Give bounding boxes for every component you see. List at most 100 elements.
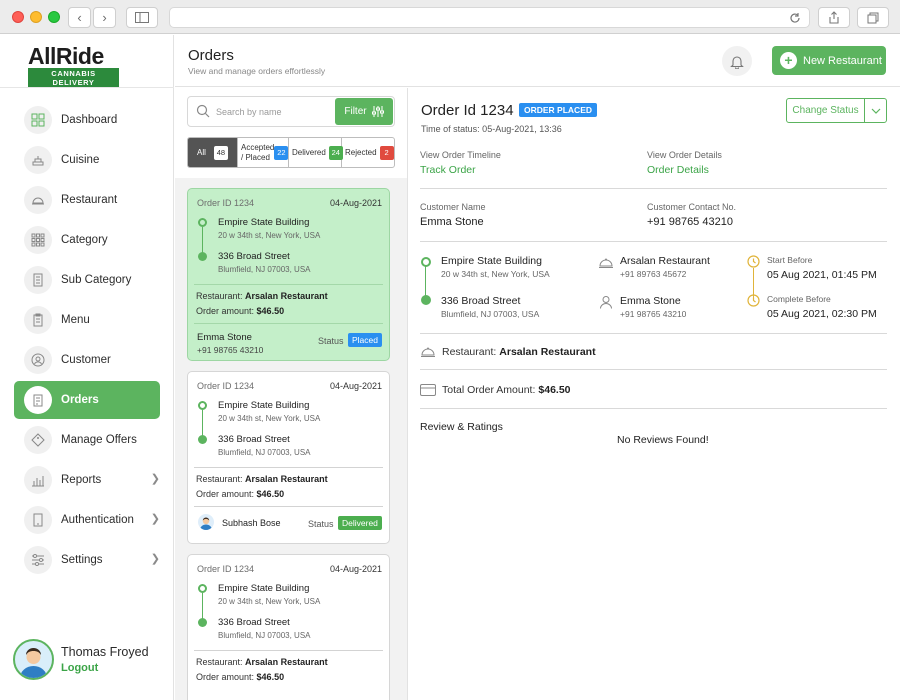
sidebar-item-customer[interactable]: Customer [14, 341, 160, 379]
filter-button[interactable]: Filter [335, 98, 393, 125]
search-placeholder: Search by name [216, 107, 282, 117]
change-status-dropdown[interactable]: Change Status [786, 98, 887, 123]
pickup-address: 20 w 34th st, New York, USA [218, 231, 321, 240]
offers-icon [24, 426, 52, 454]
pickup-marker-icon [198, 584, 207, 593]
search-input[interactable]: Search by name Filter [187, 96, 395, 127]
restaurant-label: Restaurant: [442, 346, 497, 358]
order-card[interactable]: Order ID 1234 04-Aug-2021 Empire State B… [187, 554, 390, 700]
address-bar[interactable] [169, 7, 810, 28]
filter-label: Filter [344, 106, 367, 117]
sidebar-item-manage-offers[interactable]: Manage Offers [14, 421, 160, 459]
clock-icon [747, 255, 760, 268]
sidebar-item-label: Settings [61, 554, 103, 566]
close-window-button[interactable] [12, 11, 24, 23]
new-restaurant-button[interactable]: + New Restaurant [772, 46, 886, 75]
pickup-name: Empire State Building [218, 583, 310, 594]
tab-label: Rejected [345, 148, 377, 157]
sidebar-toggle-button[interactable] [126, 7, 158, 28]
category-icon [24, 226, 52, 254]
no-reviews-message: No Reviews Found! [617, 434, 709, 446]
tabs-overview-button[interactable] [857, 7, 889, 28]
tab-label: Accepted / Placed [241, 142, 275, 162]
amount-label: Order amount: [196, 672, 255, 682]
tab-all[interactable]: All 48 [188, 138, 238, 167]
avatar[interactable] [13, 639, 54, 680]
sidebar-divider [0, 87, 174, 88]
drop-marker-icon [198, 252, 207, 261]
customer-name-label: Customer Name [420, 202, 486, 212]
chevron-right-icon: ❯ [150, 553, 160, 565]
sidebar-item-dashboard[interactable]: Dashboard [14, 101, 160, 139]
chevron-down-icon[interactable] [865, 99, 886, 122]
forward-button[interactable]: › [93, 7, 116, 28]
customer-name: Subhash Bose [222, 518, 281, 528]
brand-logo[interactable]: AllRide CANNABIS DELIVERY [28, 43, 119, 88]
settings-icon [24, 546, 52, 574]
divider [420, 241, 887, 242]
start-before-label: Start Before [767, 255, 813, 265]
sidebar-item-menu[interactable]: Menu [14, 301, 160, 339]
pickup-name: Empire State Building [441, 255, 542, 267]
chevron-right-icon: › [102, 10, 107, 25]
reload-icon[interactable] [789, 12, 801, 24]
search-icon [196, 104, 210, 118]
sidebar-item-settings[interactable]: Settings ❯ [14, 541, 160, 579]
sidebar-item-reports[interactable]: Reports ❯ [14, 461, 160, 499]
tab-count: 22 [274, 145, 289, 160]
minimize-window-button[interactable] [30, 11, 42, 23]
order-card[interactable]: Order ID 1234 04-Aug-2021 Empire State B… [187, 188, 390, 361]
route-restaurant-name: Arsalan Restaurant [620, 255, 710, 267]
credit-card-icon [420, 384, 436, 396]
filter-sliders-icon [371, 106, 384, 117]
browser-toolbar: ‹ › [0, 0, 900, 34]
sidebar-item-label: Manage Offers [61, 434, 137, 446]
tab-label: All [197, 148, 206, 157]
sidebar-item-label: Orders [61, 394, 99, 406]
total-label: Total Order Amount: [442, 384, 536, 396]
order-detail-panel: Order Id 1234 ORDER PLACED Time of statu… [408, 88, 900, 700]
order-details-link[interactable]: Order Details [647, 164, 709, 176]
customer-phone: +91 98765 43210 [197, 345, 264, 355]
status-badge: Placed [348, 333, 382, 347]
back-button[interactable]: ‹ [68, 7, 91, 28]
tab-delivered[interactable]: Delivered 24 [289, 138, 343, 167]
chevron-right-icon: ❯ [150, 473, 160, 485]
tab-rejected[interactable]: Rejected 2 [342, 138, 394, 167]
order-id: Order ID 1234 [197, 198, 255, 208]
drop-address: Blumfield, NJ 07003, USA [218, 631, 311, 640]
order-id: Order ID 1234 [197, 381, 255, 391]
amount-line: Order amount: $46.50 [196, 306, 284, 316]
drop-address: Blumfield, NJ 07003, USA [441, 309, 540, 319]
sidebar-item-label: Customer [61, 354, 111, 366]
route-line [202, 593, 203, 619]
sidebar-item-label: Authentication [61, 514, 134, 526]
sidebar-item-restaurant[interactable]: Restaurant [14, 181, 160, 219]
tab-count: 2 [379, 145, 394, 160]
notifications-button[interactable] [722, 46, 752, 76]
pickup-address: 20 w 34th st, New York, USA [441, 269, 550, 279]
tab-accepted-placed[interactable]: Accepted / Placed 22 [238, 138, 289, 167]
order-amount: $46.50 [256, 489, 285, 499]
restaurant-line: Restaurant: Arsalan Restaurant [196, 474, 328, 484]
track-order-link[interactable]: Track Order [420, 164, 476, 176]
logout-link[interactable]: Logout [61, 662, 149, 674]
divider [420, 369, 887, 370]
menu-icon [24, 306, 52, 334]
sidebar-item-authentication[interactable]: Authentication ❯ [14, 501, 160, 539]
maximize-window-button[interactable] [48, 11, 60, 23]
restaurant-line: Restaurant: Arsalan Restaurant [196, 291, 328, 301]
sidebar-item-sub-category[interactable]: Sub Category [14, 261, 160, 299]
restaurant-name: Arsalan Restaurant [499, 346, 596, 358]
sidebar-item-cuisine[interactable]: Cuisine [14, 141, 160, 179]
sidebar-item-orders[interactable]: Orders [14, 381, 160, 419]
tab-count: 24 [328, 145, 343, 160]
drop-marker-icon [198, 618, 207, 627]
order-card[interactable]: Order ID 1234 04-Aug-2021 Empire State B… [187, 371, 390, 544]
divider [420, 333, 887, 334]
restaurant-label: Restaurant: [196, 291, 243, 301]
customer-contact-label: Customer Contact No. [647, 202, 737, 212]
order-status-tabs: All 48 Accepted / Placed 22 Delivered 24… [187, 137, 395, 168]
share-button[interactable] [818, 7, 850, 28]
sidebar-item-category[interactable]: Category [14, 221, 160, 259]
